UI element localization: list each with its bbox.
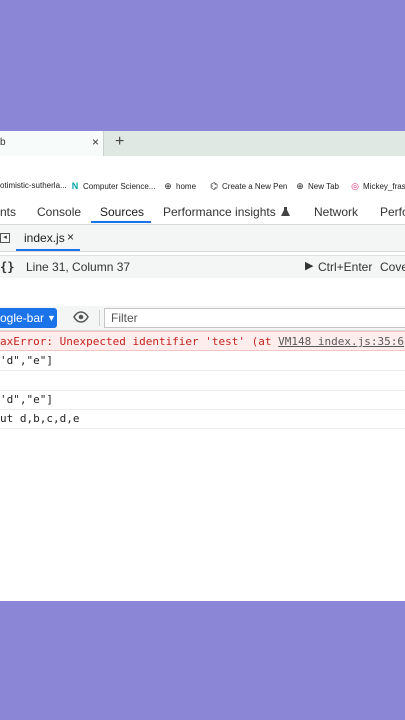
flask-icon <box>281 207 291 216</box>
tab-label: Performance insights <box>163 205 276 219</box>
source-link[interactable]: VM148 index.js:35:6 <box>278 335 404 348</box>
instagram-icon: ◎ <box>351 181 359 191</box>
bookmarks-bar: otimistic-sutherla... N Computer Science… <box>0 179 405 196</box>
tab-performance[interactable]: Perfo <box>380 205 405 219</box>
toggle-navigator-icon[interactable]: ◂ <box>0 233 10 243</box>
toolbar-separator <box>99 310 100 326</box>
active-tab-indicator <box>91 221 151 223</box>
new-tab-button[interactable]: + <box>115 133 124 151</box>
tab-console[interactable]: Console <box>37 205 81 219</box>
editor-file-tabs: ◂ index.js × <box>0 225 405 252</box>
bookmark-item[interactable]: N Computer Science... <box>70 181 156 191</box>
codepen-icon: ⌬ <box>210 181 218 191</box>
devtools-tabbar: nts Console Sources Performance insights… <box>0 197 405 225</box>
tab-title: b <box>0 137 6 148</box>
file-tab-index-js[interactable]: index.js <box>24 231 65 245</box>
coverage-label: Cove <box>380 260 405 274</box>
eye-icon[interactable] <box>73 311 89 323</box>
run-shortcut-label: Ctrl+Enter <box>318 260 373 274</box>
bookmark-label: Mickey_fras <box>363 181 405 191</box>
bookmark-label: New Tab <box>308 181 339 191</box>
bookmark-item[interactable]: ⊕ home <box>163 181 196 191</box>
tab-performance-insights[interactable]: Performance insights <box>163 205 291 219</box>
editor-status-bar: {} Line 31, Column 37 ▶ Ctrl+Enter Cove <box>0 255 405 279</box>
caret-down-icon: ▼ <box>47 313 56 323</box>
console-log-line: 'd","e"] <box>0 351 405 371</box>
close-icon[interactable]: × <box>92 135 99 149</box>
close-icon[interactable]: × <box>67 230 74 244</box>
globe-icon: ⊕ <box>296 181 304 191</box>
console-log-line: 'd","e"] <box>0 390 405 410</box>
console-log-line <box>0 371 405 391</box>
bookmark-item[interactable]: ⊕ New Tab <box>295 181 339 191</box>
console-toolbar: ogle-bar ▼ <box>0 306 405 331</box>
error-text: axError: Unexpected identifier 'test' (a… <box>0 335 279 348</box>
globe-icon: ⊕ <box>164 181 172 191</box>
browser-tab[interactable]: b × <box>0 131 104 156</box>
tab-network[interactable]: Network <box>314 205 358 219</box>
bookmark-label: Create a New Pen <box>222 181 288 191</box>
cursor-position: Line 31, Column 37 <box>26 260 131 274</box>
browser-window: b × + otimistic-sutherla... N Computer S… <box>0 131 405 601</box>
context-selector[interactable]: ogle-bar ▼ <box>0 308 57 328</box>
pretty-print-button[interactable]: {} <box>0 260 14 274</box>
address-bar-area <box>0 156 405 179</box>
context-label: ogle-bar <box>0 311 45 325</box>
tab-elements[interactable]: nts <box>0 205 16 219</box>
bookmark-label: otimistic-sutherla... <box>0 181 67 190</box>
bookmark-item[interactable]: ◎ Mickey_fras <box>350 181 405 191</box>
bookmark-item[interactable]: otimistic-sutherla... <box>0 181 67 190</box>
netlify-icon: N <box>71 181 79 191</box>
console-log-line: ut d,b,c,d,e <box>0 409 405 429</box>
filter-input[interactable] <box>104 308 405 328</box>
bookmark-label: Computer Science... <box>83 181 156 191</box>
tab-sources[interactable]: Sources <box>100 205 144 219</box>
drawer-divider <box>0 278 405 307</box>
console-error-message: axError: Unexpected identifier 'test' (a… <box>0 331 405 351</box>
bookmark-label: home <box>176 181 197 191</box>
bookmark-item[interactable]: ⌬ Create a New Pen <box>209 181 287 191</box>
active-file-indicator <box>16 249 80 251</box>
tab-strip: b × + <box>0 131 405 156</box>
play-icon[interactable]: ▶ <box>305 259 313 272</box>
